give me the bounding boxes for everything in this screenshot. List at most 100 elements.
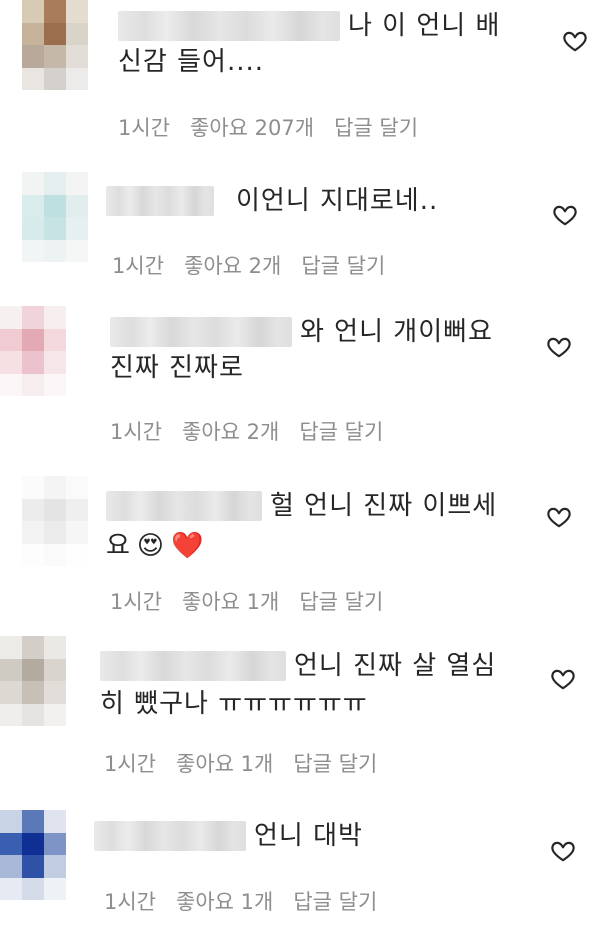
avatar-pixel: [44, 703, 66, 726]
avatar-pixel: [22, 543, 44, 566]
comment-time: 1시간: [104, 890, 157, 914]
comment-text-line: 언니 대박: [94, 818, 363, 854]
avatar-pixel: [0, 306, 22, 329]
reply-button[interactable]: 답글 달기: [299, 416, 383, 446]
avatar-pixel: [0, 658, 22, 681]
avatar-pixel: [22, 877, 44, 900]
like-heart-icon[interactable]: [546, 504, 572, 530]
likes-count[interactable]: 좋아요 2개: [182, 416, 279, 446]
avatar[interactable]: [22, 172, 88, 262]
avatar-pixel: [66, 239, 88, 262]
comment-text-line: 와 언니 개이뻐요: [110, 314, 493, 350]
avatar-pixel: [66, 172, 88, 195]
avatar-pixel: [66, 67, 88, 90]
avatar-pixel: [22, 373, 44, 396]
likes-count[interactable]: 좋아요 1개: [182, 586, 279, 616]
avatar-pixel: [66, 0, 88, 23]
comments-page: { "comments": [ { "text_lines": ["나 이 언니…: [0, 0, 600, 942]
username-blurred[interactable]: [94, 821, 246, 851]
username-blurred[interactable]: [106, 186, 214, 216]
comment-meta: 1시간 좋아요 1개 답글 달기: [104, 886, 377, 916]
avatar-pixel: [0, 703, 22, 726]
avatar-pixel: [44, 855, 66, 878]
avatar-pixel: [44, 22, 66, 45]
reply-button[interactable]: 답글 달기: [293, 748, 377, 778]
avatar-pixel: [44, 67, 66, 90]
comment-text-line: 헐 언니 진짜 이쁘세: [106, 488, 497, 524]
avatar-pixel: [22, 45, 44, 68]
comment-text: 언니 대박: [254, 821, 363, 851]
avatar[interactable]: [0, 306, 66, 396]
comment-text: 이언니 지대로네..: [236, 186, 439, 216]
avatar-pixel: [0, 832, 22, 855]
username-blurred[interactable]: [106, 491, 262, 521]
avatar-pixel: [0, 328, 22, 351]
avatar-pixel: [44, 0, 66, 23]
avatar-pixel: [44, 877, 66, 900]
avatar[interactable]: [22, 0, 88, 90]
comment-time: 1시간: [118, 116, 171, 140]
avatar-pixel: [66, 22, 88, 45]
comment-time: 1시간: [110, 420, 163, 444]
comment-body: 언니 진짜 살 열심 히 뺐구나 ㅠㅠㅠㅠㅠㅠ: [100, 648, 496, 722]
like-heart-icon[interactable]: [552, 202, 578, 228]
reply-button[interactable]: 답글 달기: [301, 250, 385, 280]
avatar-pixel: [22, 476, 44, 499]
avatar-pixel: [66, 521, 88, 544]
avatar-pixel: [22, 0, 44, 23]
avatar-pixel: [44, 45, 66, 68]
comment-meta: 1시간 좋아요 2개 답글 달기: [112, 250, 385, 280]
avatar-pixel: [22, 239, 44, 262]
comment-text: 히 뺐구나 ㅠㅠㅠㅠㅠㅠ: [100, 689, 368, 719]
avatar-pixel: [44, 476, 66, 499]
avatar-pixel: [44, 810, 66, 833]
avatar-pixel: [44, 681, 66, 704]
comment-text: 진짜 진짜로: [110, 353, 244, 383]
reply-button[interactable]: 답글 달기: [299, 586, 383, 616]
like-heart-icon[interactable]: [550, 838, 576, 864]
like-heart-icon[interactable]: [546, 334, 572, 360]
avatar-pixel: [22, 521, 44, 544]
avatar-pixel: [22, 810, 44, 833]
avatar-pixel: [66, 194, 88, 217]
likes-count[interactable]: 좋아요 2개: [184, 250, 281, 280]
avatar-pixel: [22, 855, 44, 878]
avatar-pixel: [22, 306, 44, 329]
comment-text: 헐 언니 진짜 이쁘세: [270, 491, 498, 521]
reply-button[interactable]: 답글 달기: [293, 886, 377, 916]
avatar-pixel: [44, 832, 66, 855]
avatar-pixel: [22, 658, 44, 681]
avatar-pixel: [66, 476, 88, 499]
avatar-pixel: [0, 810, 22, 833]
comment-text: 요: [106, 531, 131, 561]
reply-button[interactable]: 답글 달기: [334, 112, 418, 142]
avatar-pixel: [66, 45, 88, 68]
like-heart-icon[interactable]: [550, 666, 576, 692]
avatar-pixel: [0, 373, 22, 396]
likes-count[interactable]: 좋아요 207개: [190, 112, 314, 142]
comment-body: 헐 언니 진짜 이쁘세 요 😍 ❤️: [106, 488, 497, 564]
avatar-pixel: [22, 681, 44, 704]
red-heart-emoji: ❤️: [171, 531, 205, 561]
avatar[interactable]: [0, 810, 66, 900]
avatar-pixel: [44, 172, 66, 195]
comment-time: 1시간: [110, 590, 163, 614]
avatar-pixel: [0, 681, 22, 704]
likes-count[interactable]: 좋아요 1개: [176, 748, 273, 778]
comment-text-line: 언니 진짜 살 열심: [100, 648, 496, 684]
avatar-pixel: [22, 22, 44, 45]
comment-text-line: 신감 들어....: [118, 44, 500, 80]
username-blurred[interactable]: [100, 651, 286, 681]
avatar-pixel: [44, 498, 66, 521]
avatar[interactable]: [0, 636, 66, 726]
avatar-pixel: [0, 877, 22, 900]
likes-count[interactable]: 좋아요 1개: [176, 886, 273, 916]
avatar-pixel: [44, 217, 66, 240]
comment-text: 신감 들어....: [118, 47, 265, 77]
avatar-pixel: [66, 498, 88, 521]
avatar[interactable]: [22, 476, 88, 566]
like-heart-icon[interactable]: [562, 28, 588, 54]
avatar-pixel: [44, 306, 66, 329]
username-blurred[interactable]: [118, 11, 340, 41]
username-blurred[interactable]: [110, 317, 292, 347]
